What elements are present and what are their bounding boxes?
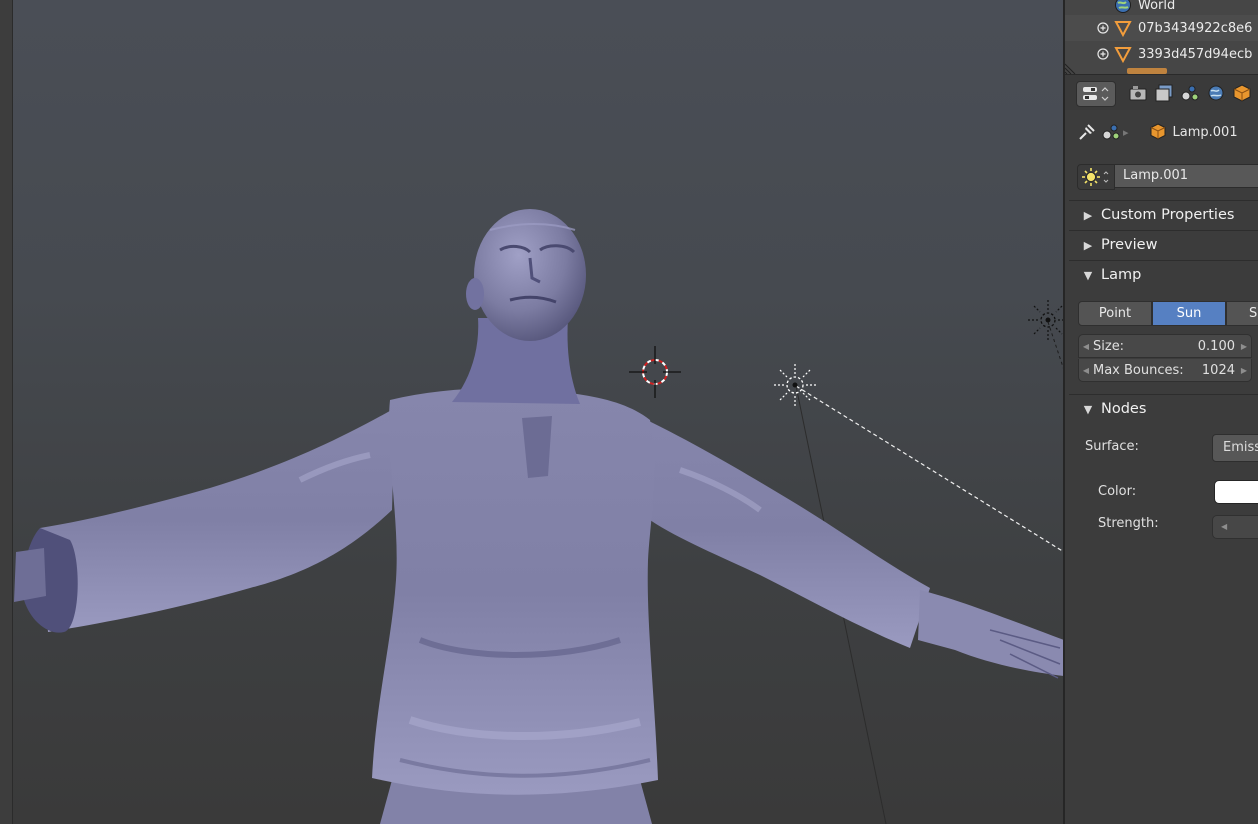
- decrement-arrow-icon[interactable]: ◀: [1079, 342, 1093, 351]
- breadcrumb: ▸ Lamp.001: [1065, 120, 1258, 144]
- scene-data-icon: [1101, 122, 1121, 142]
- pin-icon[interactable]: [1077, 122, 1097, 142]
- lamp-name-field[interactable]: Lamp.001: [1115, 164, 1258, 188]
- outliner[interactable]: World 07b3434922c8e6 3393d457d94ecb: [1065, 0, 1258, 74]
- lamp-type-sun-button[interactable]: Sun: [1152, 301, 1226, 326]
- expand-plus-icon[interactable]: [1096, 47, 1110, 61]
- properties-header: [1065, 74, 1258, 111]
- color-label: Color:: [1098, 484, 1137, 499]
- object-tab-icon[interactable]: [1229, 81, 1255, 105]
- expanded-arrow-icon: ▼: [1083, 268, 1093, 282]
- surface-label: Surface:: [1085, 439, 1139, 454]
- color-swatch[interactable]: [1214, 480, 1258, 504]
- editor-type-button[interactable]: [1076, 81, 1116, 107]
- strength-field[interactable]: ◀: [1212, 515, 1258, 539]
- strength-label: Strength:: [1098, 516, 1159, 531]
- outliner-item-label[interactable]: World: [1138, 0, 1175, 13]
- mesh-triangle-icon: [1114, 19, 1132, 37]
- max-bounces-field[interactable]: ◀ Max Bounces: 1024 ▶: [1078, 359, 1252, 382]
- panel-nodes[interactable]: ▼ Nodes: [1069, 395, 1258, 423]
- size-label: Size:: [1093, 338, 1125, 354]
- area-resize-handle[interactable]: [1065, 62, 1077, 74]
- render-layers-tab-icon[interactable]: [1151, 81, 1177, 105]
- max-bounces-value: 1024: [1201, 362, 1235, 378]
- decrement-arrow-icon[interactable]: ◀: [1079, 366, 1093, 375]
- size-value: 0.100: [1197, 338, 1235, 354]
- breadcrumb-separator-icon: ▸: [1123, 125, 1129, 139]
- render-tab-icon[interactable]: [1125, 81, 1151, 105]
- breadcrumb-object-name: Lamp.001: [1172, 124, 1238, 140]
- lamp-type-point-button[interactable]: Point: [1078, 301, 1152, 326]
- panel-title: Preview: [1101, 237, 1158, 253]
- lamp-datablock-selector: Lamp.001: [1077, 164, 1258, 190]
- sun-lamp-icon[interactable]: [772, 362, 818, 408]
- outliner-item-label[interactable]: 07b3434922c8e6: [1138, 21, 1252, 36]
- panel-title: Nodes: [1101, 401, 1147, 417]
- properties-editor-icon: [1083, 87, 1109, 101]
- panel-preview[interactable]: ▶ Preview: [1069, 231, 1258, 259]
- panel-lamp[interactable]: ▼ Lamp: [1069, 261, 1258, 289]
- mesh-triangle-icon: [1114, 45, 1132, 63]
- context-tabs: [1125, 81, 1255, 105]
- collapsed-arrow-icon: ▶: [1083, 208, 1093, 222]
- character-mesh[interactable]: [14, 209, 1064, 824]
- world-tab-icon[interactable]: [1203, 81, 1229, 105]
- surface-shader-button[interactable]: Emission: [1212, 434, 1258, 462]
- lamp-icon[interactable]: [1026, 298, 1064, 342]
- world-icon: [1114, 0, 1132, 14]
- expand-plus-icon[interactable]: [1096, 21, 1110, 35]
- expanded-arrow-icon: ▼: [1083, 402, 1093, 416]
- 3d-cursor-icon[interactable]: [629, 346, 681, 398]
- sun-data-icon: [1082, 168, 1109, 186]
- max-bounces-label: Max Bounces:: [1093, 362, 1184, 378]
- properties-editor: ▸ Lamp.001 Lamp.001 ▶ Custom Properties …: [1065, 110, 1258, 824]
- object-cube-icon: [1149, 123, 1167, 141]
- 3d-viewport[interactable]: [0, 0, 1064, 824]
- outliner-item-label[interactable]: 3393d457d94ecb: [1138, 47, 1252, 62]
- browse-lamp-button[interactable]: [1077, 164, 1115, 190]
- outliner-row-object[interactable]: 3393d457d94ecb: [1065, 41, 1258, 67]
- panel-title: Custom Properties: [1101, 207, 1235, 223]
- lamp-type-spot-button[interactable]: Sp: [1226, 301, 1258, 326]
- collapsed-arrow-icon: ▶: [1083, 238, 1093, 252]
- panel-title: Lamp: [1101, 267, 1142, 283]
- panel-custom-properties[interactable]: ▶ Custom Properties: [1069, 201, 1258, 229]
- size-field[interactable]: ◀ Size: 0.100 ▶: [1078, 334, 1252, 358]
- increment-arrow-icon[interactable]: ▶: [1237, 366, 1251, 375]
- lamp-type-selector: Point Sun Sp: [1078, 301, 1258, 326]
- outliner-row-object[interactable]: 07b3434922c8e6: [1065, 15, 1258, 41]
- scene-canvas[interactable]: [0, 0, 1064, 824]
- sun-direction-line: [795, 385, 1064, 553]
- scene-tab-icon[interactable]: [1177, 81, 1203, 105]
- increment-arrow-icon[interactable]: ▶: [1237, 342, 1251, 351]
- decrement-arrow-icon[interactable]: ◀: [1221, 522, 1227, 531]
